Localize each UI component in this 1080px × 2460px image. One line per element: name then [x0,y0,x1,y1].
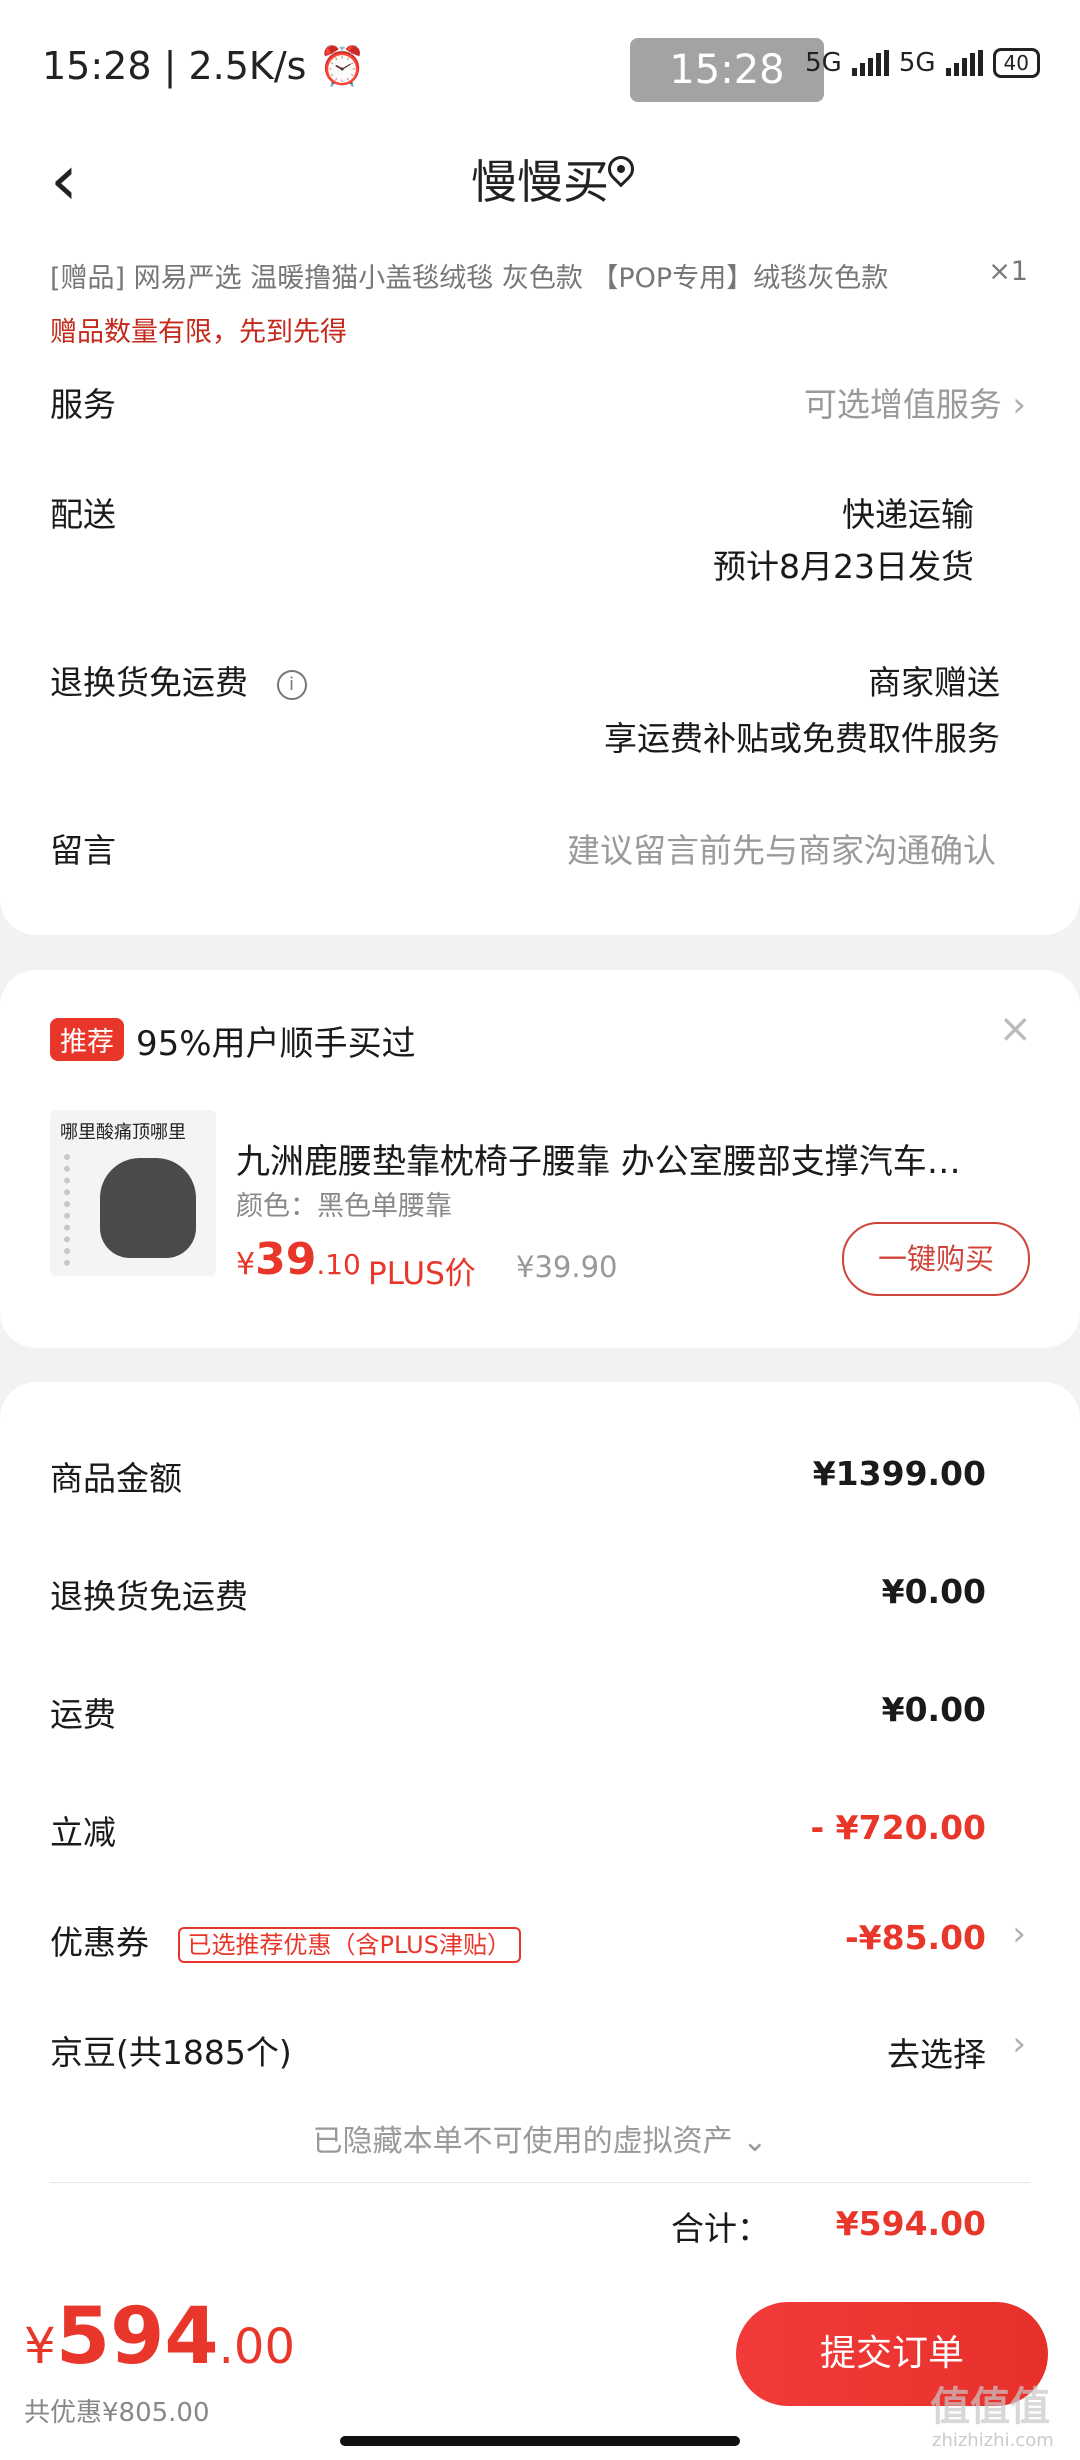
divider [50,2182,1030,2183]
original-price: ¥39.90 [516,1250,618,1284]
message-label: 留言 [50,831,116,870]
product-price: ¥39.10 [236,1234,361,1285]
product-color: 颜色：黑色单腰靠 [236,1191,452,1222]
return-free-label: 退换货免运费 [50,663,248,702]
return-free-amount-label: 退换货免运费 [50,1577,248,1616]
status-bar: 15:28 | 2.5K/s ⏰ 15:28 5G 5G 40 [0,0,1080,130]
page-title: 慢慢买 [471,155,609,209]
shipping-value: ¥0.00 [881,1690,986,1729]
amount-card: 商品金额 ¥1399.00 退换货免运费 ¥0.00 运费 ¥0.00 立减 -… [0,1382,1080,2282]
chevron-right-icon: › [1012,2024,1026,2064]
info-icon[interactable]: i [276,669,307,700]
chevron-right-icon: › [1012,385,1026,425]
saved-amount: 共优惠¥805.00 [24,2398,210,2428]
one-click-buy-button[interactable]: 一键购买 [842,1222,1030,1296]
bottom-bar: ¥594.00 共优惠¥805.00 提交订单 值值值 zhizhizhi.co… [0,2282,1080,2460]
product-name[interactable]: 九洲鹿腰垫靠枕椅子腰靠 办公室腰部支撑汽车… [236,1134,1006,1183]
cushion-graphic [100,1158,196,1258]
service-value: 可选增值服务 [803,385,1002,424]
hidden-assets-toggle[interactable]: 已隐藏本单不可使用的虚拟资产 ⌄ [0,2116,1080,2160]
watermark-logo: 值值值 [930,2384,1050,2430]
jingdou-label: 京豆(共1885个) [50,2033,292,2072]
return-free-value: 商家赠送 [868,663,1000,702]
goods-amount-label: 商品金额 [50,1459,182,1498]
status-right: 5G 5G 40 [805,48,1040,78]
spine-graphic [64,1154,98,1266]
gift-item-text: [赠品] 网易严选 温暖撸猫小盖毯绒毯 灰色款 【POP专用】绒毯灰色款 [50,263,889,294]
status-speed: 2.5K/s [188,44,307,88]
service-label: 服务 [50,385,116,424]
total-label: 合计： [671,2209,770,2248]
gift-quantity: ×1 [988,256,1028,287]
status-left: 15:28 | 2.5K/s ⏰ [42,44,366,88]
product-thumbnail[interactable]: 哪里酸痛顶哪里 [50,1110,216,1276]
chevron-right-icon: › [1012,1914,1026,1954]
signal-icon-2 [945,50,983,76]
return-free-amount-value: ¥0.00 [881,1572,986,1611]
home-indicator[interactable] [340,2436,740,2446]
recommend-title: 95%用户顺手买过 [136,1024,416,1064]
signal-icon [851,50,889,76]
alarm-icon: ⏰ [318,44,366,88]
service-row[interactable]: 可选增值服务 › [804,378,1026,426]
watermark-url: zhizhizhi.com [932,2430,1054,2451]
thumbnail-caption: 哪里酸痛顶哪里 [60,1122,186,1143]
coupon-row-label[interactable]: 优惠券 已选推荐优惠（含PLUS津贴） [50,1916,521,1964]
coupon-tag: 已选推荐优惠（含PLUS津贴） [177,1926,521,1963]
return-free-desc: 享运费补贴或免费取件服务 [604,719,1000,758]
discount-value: - ¥720.00 [810,1808,987,1847]
goods-amount-value: ¥1399.00 [812,1454,986,1493]
message-input[interactable]: 建议留言前先与商家沟通确认 [567,824,996,872]
plus-price-label: PLUS价 [368,1256,476,1292]
header: ‹ 慢慢买 [0,130,1080,230]
gift-note: 赠品数量有限，先到先得 [50,317,347,348]
discount-label: 立减 [50,1813,116,1852]
coupon-value[interactable]: -¥85.00 [845,1918,986,1957]
status-time: 15:28 [42,44,152,88]
return-free-row-label: 退换货免运费 i [50,656,307,704]
recommend-card: 推荐 95%用户顺手买过 × 哪里酸痛顶哪里 九洲鹿腰垫靠枕椅子腰靠 办公室腰部… [0,970,1080,1348]
delivery-date: 预计8月23日发货 [713,547,974,586]
jingdou-select[interactable]: 去选择 [887,2028,986,2076]
shipping-label: 运费 [50,1695,116,1734]
delivery-label: 配送 [50,495,116,534]
network-label-1: 5G [805,48,842,78]
recommend-badge: 推荐 [50,1018,124,1061]
coupon-label: 优惠券 [50,1923,149,1962]
close-icon[interactable]: × [998,1006,1032,1052]
order-details-card: [赠品] 网易严选 温暖撸猫小盖毯绒毯 灰色款 【POP专用】绒毯灰色款 ×1 … [0,230,1080,935]
pay-price: ¥594.00 [24,2292,295,2382]
battery-icon: 40 [992,48,1040,78]
network-label-2: 5G [898,48,936,78]
total-value: ¥594.00 [835,2204,986,2243]
delivery-method[interactable]: 快递运输 [842,488,974,536]
overlay-time: 15:28 [630,38,824,102]
